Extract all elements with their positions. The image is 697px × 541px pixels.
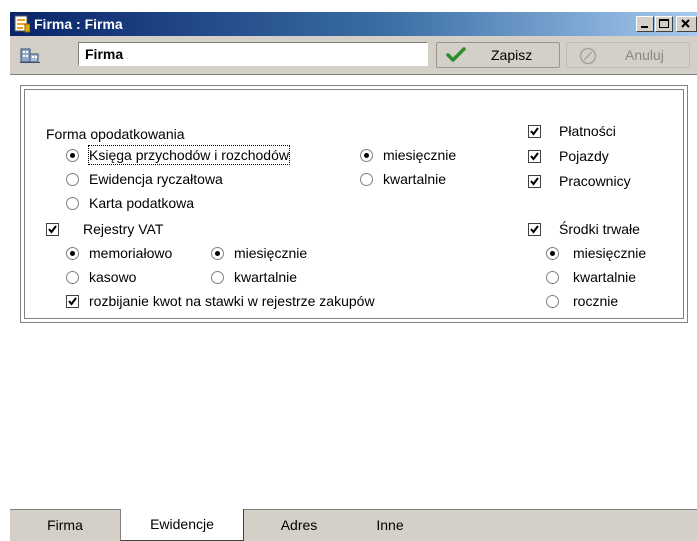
tab-ewidencje[interactable]: Ewidencje [120,509,244,541]
radio-tax-monthly[interactable] [360,149,373,162]
radio-vat-memorialowo[interactable] [66,247,79,260]
checkmark-icon [68,297,77,306]
close-button[interactable] [676,16,697,32]
radio-ksiega-label[interactable]: Księga przychodów i rozchodów [88,145,290,165]
cancel-label: Anuluj [625,47,664,63]
radio-tax-monthly-label[interactable]: miesięcznie [383,146,456,164]
checkmark-icon [530,127,539,136]
window-title: Firma : Firma [34,16,123,32]
checkbox-pojazdy[interactable] [528,150,541,163]
save-label: Zapisz [491,47,533,63]
ewidencje-panel: Forma opodatkowania Księga przychodów i … [10,74,697,510]
checkbox-rejestry-vat[interactable] [46,223,59,236]
radio-vat-monthly-label[interactable]: miesięcznie [234,244,307,262]
company-name-field[interactable]: Firma [78,42,428,66]
checkmark-icon [530,152,539,161]
radio-fa-monthly-label[interactable]: miesięcznie [573,244,646,262]
checkbox-srodki-trwale[interactable] [528,223,541,236]
checkbox-platnosci[interactable] [528,125,541,138]
title-bar[interactable]: Firma : Firma [10,12,697,36]
cancel-icon [579,47,597,65]
radio-karta-podatkowa-label[interactable]: Karta podatkowa [89,194,194,212]
tab-adres[interactable]: Adres [244,510,354,540]
taxation-form-title: Forma opodatkowania [46,126,185,142]
checkmark-icon [530,225,539,234]
radio-vat-kasowo-label[interactable]: kasowo [89,268,136,286]
radio-ksiega[interactable] [66,149,79,162]
radio-ewidencja-ryczaltowa[interactable] [66,173,79,186]
maximize-icon [659,19,669,28]
radio-vat-memorialowo-label[interactable]: memoriałowo [89,244,172,262]
tab-bar: Firma Ewidencje Adres Inne [10,509,697,541]
minimize-button[interactable] [636,16,654,32]
checkmark-icon [530,177,539,186]
maximize-button[interactable] [655,16,673,32]
cancel-button[interactable]: Anuluj [566,42,690,68]
checkbox-pracownicy-label[interactable]: Pracownicy [559,172,631,190]
checkbox-rozbijanie-kwot-label[interactable]: rozbijanie kwot na stawki w rejestrze za… [89,292,375,310]
radio-tax-quarterly-label[interactable]: kwartalnie [383,170,446,188]
tab-firma[interactable]: Firma [10,510,120,540]
radio-vat-quarterly-label[interactable]: kwartalnie [234,268,297,286]
radio-fa-quarterly[interactable] [546,271,559,284]
settings-group: Forma opodatkowania Księga przychodów i … [20,85,688,323]
checkbox-rozbijanie-kwot[interactable] [66,295,79,308]
checkbox-platnosci-label[interactable]: Płatności [559,122,616,140]
checkmark-icon [446,47,466,62]
radio-vat-quarterly[interactable] [211,271,224,284]
radio-vat-monthly[interactable] [211,247,224,260]
radio-karta-podatkowa[interactable] [66,197,79,210]
radio-ewidencja-ryczaltowa-label[interactable]: Ewidencja ryczałtowa [89,170,223,188]
app-icon [14,15,30,33]
radio-fa-quarterly-label[interactable]: kwartalnie [573,268,636,286]
minimize-icon [641,26,648,28]
radio-fa-yearly[interactable] [546,295,559,308]
radio-tax-quarterly[interactable] [360,173,373,186]
checkbox-pracownicy[interactable] [528,175,541,188]
save-button[interactable]: Zapisz [436,42,560,68]
app-window: Firma : Firma Firma Zapisz Anuluj Forma … [10,12,697,541]
radio-fa-yearly-label[interactable]: rocznie [573,292,618,310]
checkbox-rejestry-vat-label[interactable]: Rejestry VAT [83,220,163,238]
radio-vat-kasowo[interactable] [66,271,79,284]
close-icon [681,19,690,28]
checkmark-icon [48,225,57,234]
checkbox-pojazdy-label[interactable]: Pojazdy [559,147,609,165]
toolbar: Firma Zapisz Anuluj [10,36,697,74]
checkbox-srodki-trwale-label[interactable]: Środki trwałe [559,220,640,238]
radio-fa-monthly[interactable] [546,247,559,260]
tab-inne[interactable]: Inne [340,510,440,540]
firm-icon [20,48,40,63]
